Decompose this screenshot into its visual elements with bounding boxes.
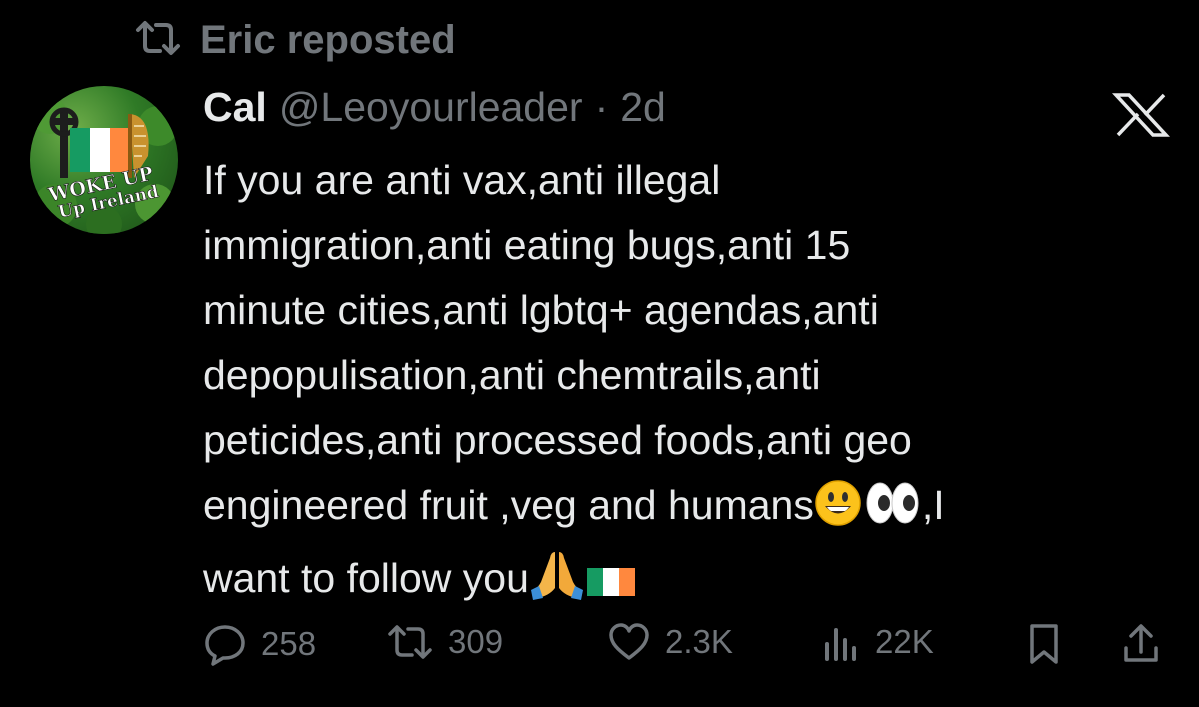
repost-icon (386, 622, 434, 662)
post-text-line: immigration,anti eating bugs,anti 15 (203, 222, 851, 268)
avatar[interactable]: WOKE UP Up Ireland (30, 86, 178, 234)
post-text-line: peticides,anti processed foods,anti geo (203, 417, 912, 463)
post-time[interactable]: 2d (620, 84, 666, 131)
bookmark-icon (1026, 622, 1062, 666)
eyes-emoji (862, 479, 922, 546)
separator: · (594, 84, 609, 130)
reply-button[interactable]: 258 (203, 622, 316, 666)
post-header: Cal @Leoyourleader · 2d (203, 84, 666, 131)
reply-count: 258 (261, 625, 317, 662)
action-bar: 258 309 2.3K 22K (203, 622, 1173, 678)
post-text: If you are anti vax,anti illegal immigra… (203, 148, 1163, 619)
bookmark-button[interactable] (1026, 622, 1062, 666)
author-name[interactable]: Cal (203, 84, 267, 131)
repost-icon (134, 18, 182, 63)
repost-button[interactable]: 309 (386, 622, 503, 662)
praying-hands-emoji (529, 548, 585, 619)
post-text-segment: engineered fruit ,veg and humans (203, 482, 814, 528)
view-count: 22K (875, 623, 934, 660)
post-text-segment: want to follow you (203, 555, 529, 601)
repost-count: 309 (448, 623, 504, 660)
ireland-flag-emoji (585, 554, 637, 619)
post-text-line-emoji: engineered fruit ,veg and humans ,I (203, 473, 1163, 546)
share-button[interactable] (1121, 622, 1161, 666)
author-handle[interactable]: @Leoyourleader (279, 84, 583, 131)
post-text-line: depopulisation,anti chemtrails,anti (203, 352, 821, 398)
x-logo-icon[interactable] (1111, 92, 1171, 138)
like-count: 2.3K (665, 623, 733, 660)
post-text-line-emoji: want to follow you (203, 546, 1163, 619)
analytics-icon (821, 622, 861, 662)
post-text-segment: ,I (921, 482, 945, 528)
reply-icon (203, 622, 247, 666)
repost-label[interactable]: Eric reposted (200, 18, 456, 63)
share-icon (1121, 622, 1161, 666)
views-button[interactable]: 22K (821, 622, 934, 662)
like-button[interactable]: 2.3K (607, 622, 733, 662)
post-text-line: minute cities,anti lgbtq+ agendas,anti (203, 287, 879, 333)
post-text-line: If you are anti vax,anti illegal (203, 157, 721, 203)
smiley-emoji (814, 479, 862, 546)
heart-icon (607, 622, 651, 662)
repost-indicator[interactable]: Eric reposted (134, 18, 456, 63)
